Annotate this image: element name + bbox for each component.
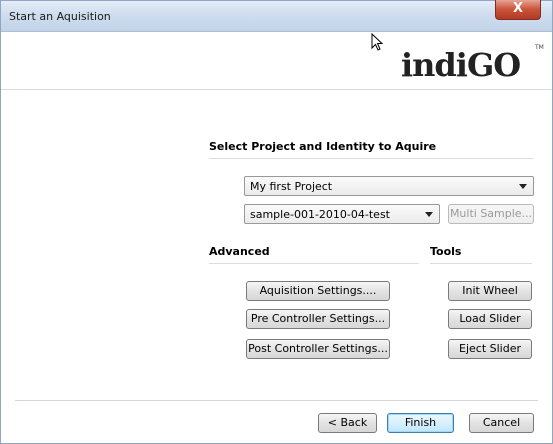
tools-divider <box>430 263 532 264</box>
header-divider <box>1 89 552 90</box>
multi-sample-button[interactable]: Multi Sample... <box>448 204 534 224</box>
window-title: Start an Aquisition <box>9 10 111 23</box>
project-select[interactable]: My first Project <box>244 176 534 196</box>
tools-heading: Tools <box>430 245 462 258</box>
identity-select-value: sample-001-2010-04-test <box>250 208 390 221</box>
chevron-down-icon <box>425 212 433 217</box>
pre-controller-settings-button[interactable]: Pre Controller Settings... <box>246 309 390 329</box>
init-wheel-button[interactable]: Init Wheel <box>448 281 532 301</box>
project-select-value: My first Project <box>250 180 333 193</box>
close-icon: X <box>512 1 524 16</box>
cancel-button[interactable]: Cancel <box>469 413 534 433</box>
project-section-heading: Select Project and Identity to Aquire <box>209 140 437 153</box>
eject-slider-button[interactable]: Eject Slider <box>448 339 532 359</box>
post-controller-settings-button[interactable]: Post Controller Settings... <box>246 339 390 359</box>
identity-select[interactable]: sample-001-2010-04-test <box>244 204 440 224</box>
footer-divider <box>15 400 538 401</box>
chevron-down-icon <box>519 184 527 189</box>
aquisition-settings-button[interactable]: Aquisition Settings.... <box>246 281 390 301</box>
close-button[interactable]: X <box>495 0 541 20</box>
back-button[interactable]: < Back <box>318 413 377 433</box>
logo-trademark: TM <box>535 44 544 51</box>
finish-button[interactable]: Finish <box>387 413 454 433</box>
advanced-heading: Advanced <box>209 245 270 258</box>
logo-text: indiGO <box>401 46 521 84</box>
wizard-window: Start an Aquisition X indiGO TM Select P… <box>0 0 553 444</box>
advanced-divider <box>209 263 419 264</box>
mouse-cursor-icon <box>371 33 384 51</box>
title-bar[interactable]: Start an Aquisition X <box>1 0 552 32</box>
indigo-logo: indiGO TM <box>401 42 546 92</box>
wizard-content: indiGO TM Select Project and Identity to… <box>1 32 552 443</box>
project-section-divider <box>209 158 533 159</box>
load-slider-button[interactable]: Load Slider <box>448 309 532 329</box>
